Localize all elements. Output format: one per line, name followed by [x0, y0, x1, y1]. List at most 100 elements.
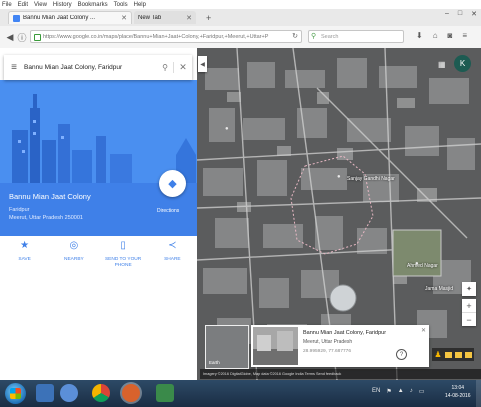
firefox-icon[interactable]	[122, 384, 140, 402]
chrome-icon[interactable]	[92, 384, 110, 402]
street-view-thumbnail[interactable]	[253, 327, 298, 365]
tab-new[interactable]: New Tab ✕	[134, 11, 196, 24]
battery-icon[interactable]: ▭	[419, 388, 425, 395]
pegman-icon[interactable]: ♟	[434, 350, 441, 359]
download-icon[interactable]: ⬇	[416, 31, 423, 40]
nearby-label: NEARBY	[64, 257, 84, 262]
menu-help[interactable]: Help	[134, 2, 146, 8]
search-icon: ⚲	[311, 33, 317, 40]
new-tab-button[interactable]: +	[206, 13, 211, 23]
directions-icon: ◆	[168, 178, 177, 190]
map-label[interactable]: Sanjay Gandhi Nagar	[347, 176, 395, 182]
collapse-panel-button[interactable]: ◀	[198, 56, 207, 72]
share-button[interactable]: ≺ SHARE	[152, 240, 192, 282]
language-indicator[interactable]: EN	[372, 388, 380, 395]
directions-button[interactable]: ◆	[159, 170, 186, 197]
menu-edit[interactable]: Edit	[18, 2, 28, 8]
map-footer: Imagery ©2016 DigitalGlobe, Map data ©20…	[200, 369, 481, 379]
tab-title: New Tab	[138, 14, 162, 21]
clear-search-icon[interactable]: ✕	[173, 62, 192, 73]
volume-icon[interactable]: ♪	[410, 388, 413, 395]
toolbar-icons: ⬇ ⌂ ◙ ≡	[416, 31, 467, 40]
city-skyline-illustration	[0, 80, 197, 183]
close-tab-icon[interactable]: ✕	[186, 14, 192, 22]
browser-search-box[interactable]: ⚲ Search	[308, 30, 404, 43]
place-hero-image[interactable]	[0, 80, 197, 183]
show-desktop-button[interactable]	[476, 380, 481, 407]
navigation-bar: ◀ ⓘ https://www.google.co.in/maps/place/…	[0, 26, 481, 49]
imagery-thumb[interactable]	[454, 351, 462, 358]
menu-bookmarks[interactable]: Bookmarks	[78, 2, 108, 8]
menu-history[interactable]: History	[53, 2, 72, 8]
media-player-icon[interactable]	[156, 384, 174, 402]
zoom-out-button[interactable]: −	[462, 313, 476, 326]
maps-search-box[interactable]: ≡ Bannu Mian Jaat Colony, Faridpur ⚲ ✕	[4, 55, 192, 80]
system-tray: EN ⚑ ▲ ♪ ▭	[372, 388, 424, 395]
clock-time: 13:04	[451, 385, 465, 391]
nearby-button[interactable]: ◎ NEARBY	[54, 240, 94, 282]
search-icon[interactable]: ⚲	[157, 63, 173, 72]
account-avatar[interactable]: K	[454, 55, 471, 72]
screen: File Edit View History Bookmarks Tools H…	[0, 0, 481, 407]
place-pin-icon[interactable]: ●	[225, 126, 229, 132]
imagery-thumb[interactable]	[464, 351, 472, 358]
place-pin-icon[interactable]: ●	[337, 174, 341, 180]
hamburger-menu-icon[interactable]: ≡	[462, 31, 467, 40]
place-pin-icon[interactable]: ●	[415, 261, 419, 267]
place-panel: ≡ Bannu Mian Jaat Colony, Faridpur ⚲ ✕ B…	[0, 48, 198, 380]
imagery-thumb[interactable]	[444, 351, 452, 358]
place-address: Meerut, Uttar Pradesh 250001	[9, 215, 83, 221]
url-text: https://www.google.co.in/maps/place/Bann…	[43, 33, 269, 40]
zoom-control: + −	[462, 299, 476, 326]
close-tab-icon[interactable]: ✕	[121, 14, 127, 22]
street-view-card[interactable]: Bannu Mian Jaat Colony, Faridpur Meerut,…	[251, 325, 429, 367]
maps-menu-icon[interactable]: ≡	[4, 62, 24, 73]
maps-search-query[interactable]: Bannu Mian Jaat Colony, Faridpur	[24, 64, 157, 71]
zoom-in-button[interactable]: +	[462, 299, 476, 312]
info-icon[interactable]: ?	[396, 349, 407, 360]
star-icon: ★	[20, 240, 30, 251]
system-clock[interactable]: 13:04 14-08-2016	[445, 384, 471, 400]
pocket-icon[interactable]: ◙	[448, 31, 453, 40]
windows-logo-icon	[10, 388, 21, 399]
save-label: SAVE	[18, 257, 31, 262]
share-icon: ≺	[168, 240, 177, 251]
close-window-icon[interactable]: ✕	[471, 10, 477, 18]
menu-tools[interactable]: Tools	[114, 2, 128, 8]
start-button[interactable]	[5, 383, 26, 404]
menu-bar: File Edit View History Bookmarks Tools H…	[2, 0, 146, 9]
compass-icon[interactable]: ✦	[462, 282, 476, 296]
pegman-bar[interactable]: ♟	[432, 348, 474, 361]
maximize-icon[interactable]: □	[458, 10, 462, 18]
send-to-phone-button[interactable]: ▯ SEND TO YOUR PHONE	[103, 240, 143, 282]
map-label[interactable]: Jama Masjid	[425, 286, 453, 292]
minimize-icon[interactable]: –	[445, 10, 449, 18]
menu-file[interactable]: File	[2, 2, 12, 8]
place-actions: ★ SAVE ◎ NEARBY ▯ SEND TO YOUR PHONE ≺ S…	[0, 240, 197, 282]
phone-icon: ▯	[120, 240, 126, 251]
directions-label: Directions	[157, 208, 180, 214]
earth-toggle[interactable]: Earth	[205, 325, 249, 369]
street-view-coordinates: 28.995929, 77.687776	[303, 349, 352, 354]
place-locality: Faridpur	[9, 207, 30, 213]
home-icon[interactable]: ⌂	[433, 31, 438, 40]
nearby-icon: ◎	[69, 240, 79, 251]
send-to-phone-label: SEND TO YOUR PHONE	[104, 257, 142, 268]
tab-maps[interactable]: Bannu Mian Jaat Colony ... ✕	[8, 11, 132, 24]
save-button[interactable]: ★ SAVE	[5, 240, 45, 282]
info-icon[interactable]: ⓘ	[16, 31, 28, 44]
file-explorer-icon[interactable]	[36, 384, 54, 402]
reload-icon[interactable]: ↻	[292, 32, 298, 40]
map-label[interactable]: Ahmed Nagar	[407, 263, 438, 269]
close-icon[interactable]: ✕	[421, 327, 426, 334]
share-label: SHARE	[164, 257, 181, 262]
back-icon[interactable]: ◀	[4, 32, 16, 43]
internet-explorer-icon[interactable]	[60, 384, 78, 402]
street-view-subtitle: Meerut, Uttar Pradesh	[303, 339, 353, 345]
street-view-photo	[253, 327, 298, 365]
network-icon[interactable]: ▲	[398, 388, 404, 395]
menu-view[interactable]: View	[34, 2, 47, 8]
url-bar[interactable]: https://www.google.co.in/maps/place/Bann…	[30, 30, 302, 43]
apps-grid-icon[interactable]: ▦	[438, 60, 446, 69]
action-center-icon[interactable]: ⚑	[386, 388, 391, 395]
